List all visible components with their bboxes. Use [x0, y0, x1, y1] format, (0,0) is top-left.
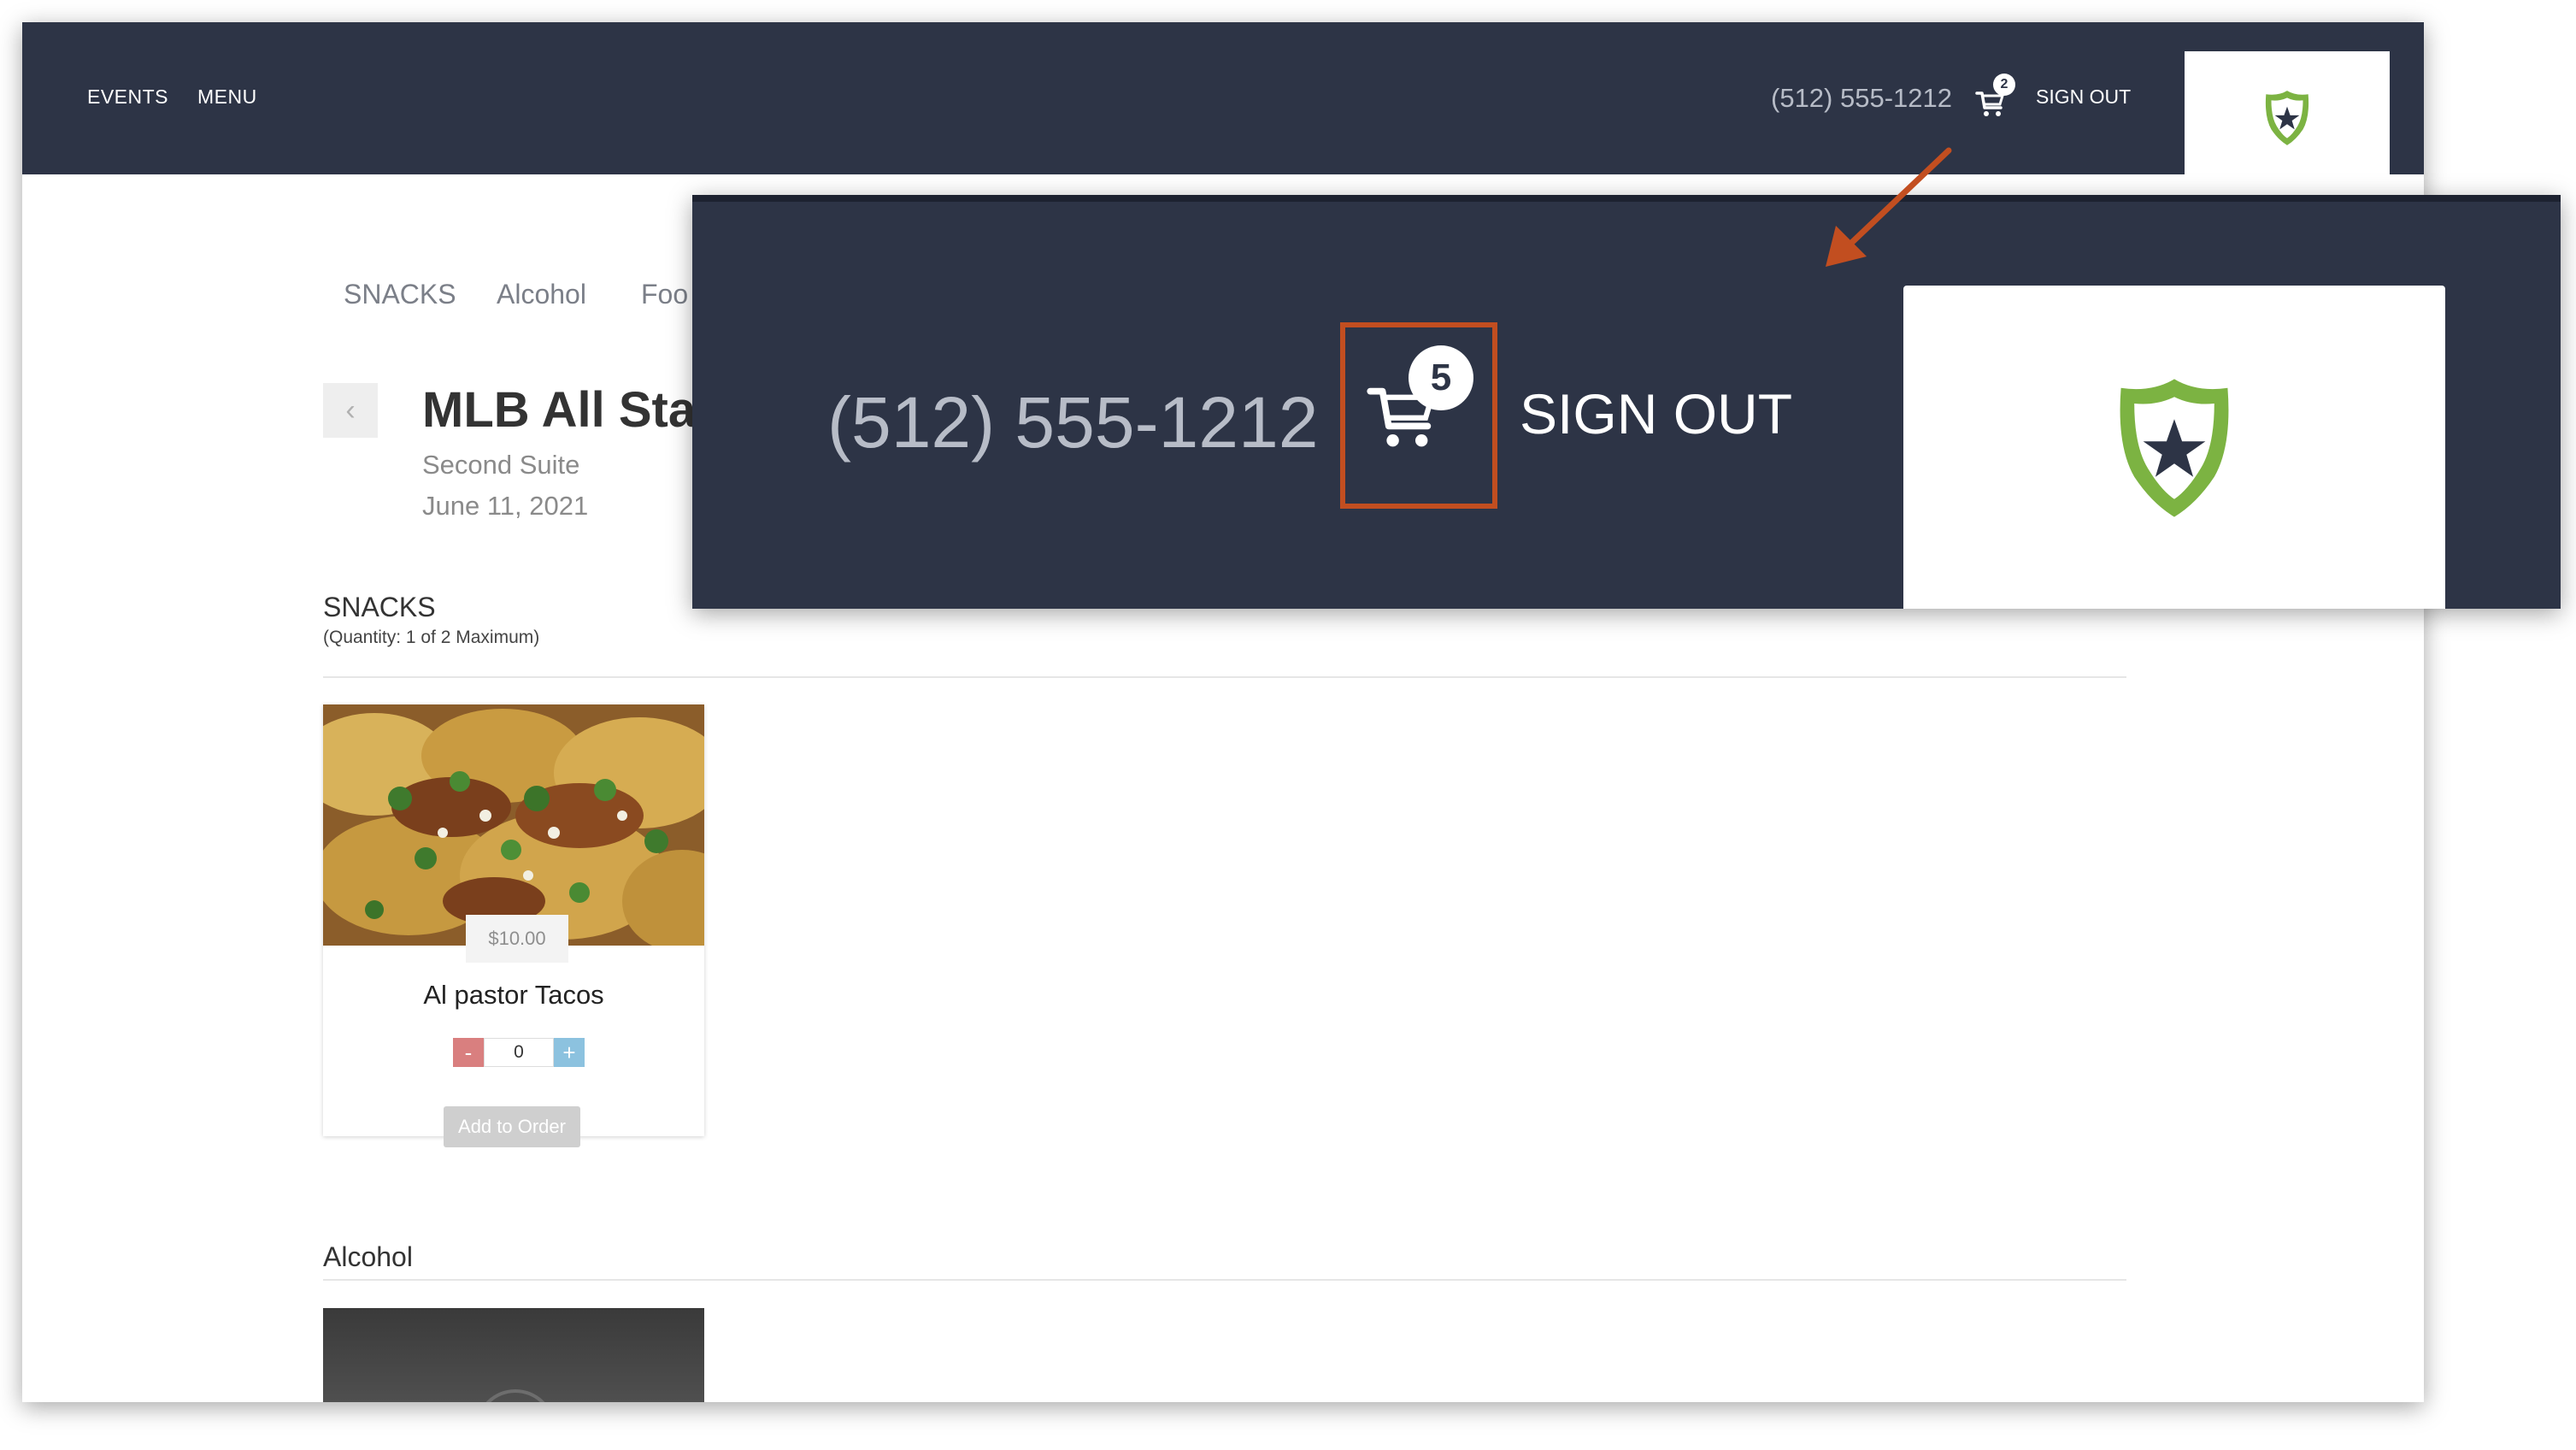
back-button[interactable]: ‹ — [323, 383, 378, 438]
zoom-phone-number: (512) 555-1212 — [827, 382, 1319, 463]
section-title-snacks: SNACKS — [323, 592, 436, 622]
tab-snacks[interactable]: SNACKS — [344, 279, 456, 310]
brand-logo[interactable] — [2185, 51, 2390, 184]
section-divider — [323, 676, 2126, 678]
add-to-order-button[interactable]: Add to Order — [444, 1106, 580, 1147]
section-divider — [323, 1279, 2126, 1281]
quantity-stepper: - + — [453, 1038, 585, 1067]
menu-item-card[interactable] — [323, 1308, 704, 1402]
tacos-photo-icon — [323, 704, 704, 946]
section-title-alcohol: Alcohol — [323, 1241, 413, 1272]
sign-out-link[interactable]: SIGN OUT — [2036, 85, 2131, 109]
shield-star-logo-icon — [2120, 379, 2229, 517]
cart-count-badge: 2 — [1993, 74, 2015, 96]
item-name: Al pastor Tacos — [423, 980, 604, 1010]
quantity-limit-note: (Quantity: 1 of 2 Maximum) — [323, 628, 540, 647]
zoom-brand-logo — [1903, 286, 2445, 609]
decrease-quantity-button[interactable]: - — [453, 1038, 484, 1067]
zoom-cart-count-badge: 5 — [1409, 345, 1473, 410]
nav-menu-link[interactable]: MENU — [197, 85, 257, 109]
event-date: June 11, 2021 — [422, 491, 589, 521]
event-title: MLB All Star — [422, 382, 715, 438]
increase-quantity-button[interactable]: + — [554, 1038, 585, 1067]
quantity-input[interactable] — [484, 1038, 554, 1067]
item-price: $10.00 — [466, 915, 568, 963]
menu-item-card: $10.00 Al pastor Tacos - + Add to Order — [323, 704, 704, 1147]
nav-events-link[interactable]: EVENTS — [87, 85, 168, 109]
phone-number[interactable]: (512) 555-1212 — [1771, 83, 1952, 114]
zoom-sign-out-text: SIGN OUT — [1520, 382, 1793, 445]
event-suite: Second Suite — [422, 450, 580, 480]
tab-food[interactable]: Foo — [641, 279, 688, 310]
top-navigation-bar: EVENTS MENU (512) 555-1212 2 SIGN OUT — [22, 22, 2424, 184]
item-photo — [323, 704, 704, 946]
callout-arrow-icon — [1826, 147, 1952, 267]
zoom-callout-header: (512) 555-1212 5 SIGN OUT — [692, 195, 2561, 609]
shield-star-logo-icon — [2265, 90, 2309, 145]
tab-alcohol[interactable]: Alcohol — [497, 279, 586, 310]
image-placeholder-icon — [475, 1389, 556, 1402]
chevron-left-icon: ‹ — [345, 393, 356, 427]
